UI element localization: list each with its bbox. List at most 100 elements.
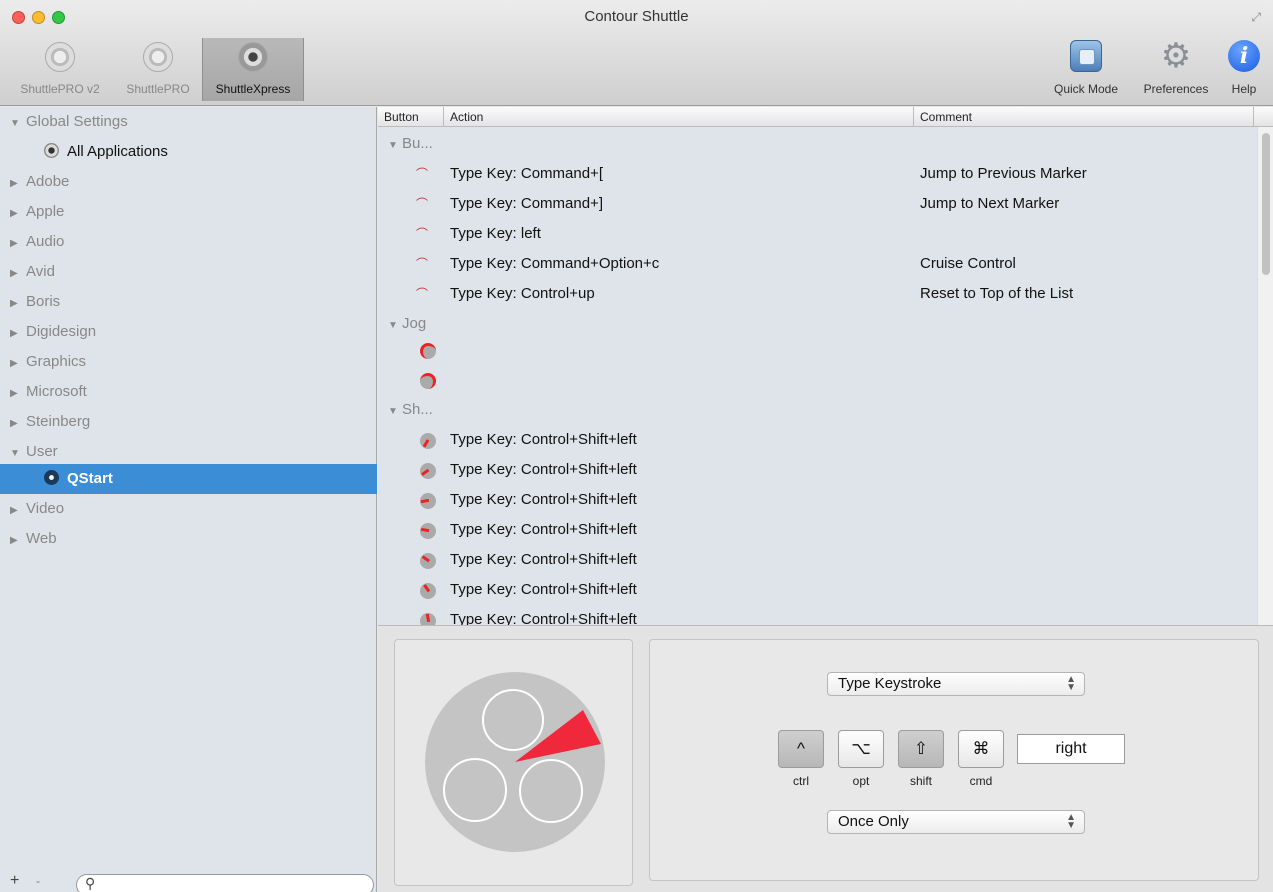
sidebar-item-digidesign[interactable]: ▶ Digidesign (0, 317, 377, 347)
disclosure-closed-icon[interactable]: ▶ (10, 229, 26, 259)
fullscreen-icon[interactable]: ⤢ (1251, 10, 1261, 25)
ctrl-modifier-button[interactable]: ^ (778, 730, 824, 768)
sidebar-item-adobe[interactable]: ▶ Adobe (0, 167, 377, 197)
shuttle-position-icon (420, 583, 436, 599)
sidebar-item-audio[interactable]: ▶ Audio (0, 227, 377, 257)
remove-application-button[interactable]: - (36, 874, 40, 888)
column-header-button[interactable]: Button (378, 107, 444, 127)
sidebar-item-label: Audio (26, 233, 65, 250)
title-toolbar: Contour Shuttle ⤢ ShuttlePRO v2 ShuttleP… (0, 0, 1273, 106)
column-header-comment[interactable]: Comment (914, 107, 1254, 127)
comment-cell: Cruise Control (920, 255, 1016, 272)
action-cell: Type Key: Control+Shift+left (450, 431, 637, 448)
cmd-label: cmd (969, 774, 993, 788)
column-header-action[interactable]: Action (444, 107, 914, 127)
disclosure-closed-icon[interactable]: ▶ (10, 526, 26, 556)
table-row[interactable]: ⌒ Type Key: Control+up Reset to Top of the… (378, 279, 1238, 309)
disclosure-closed-icon[interactable]: ▶ (10, 199, 26, 229)
disclosure-closed-icon[interactable]: ▶ (10, 289, 26, 319)
shuttle-position-icon (420, 613, 436, 625)
device-tab-shuttlexpress[interactable]: ShuttleXpress (202, 38, 304, 101)
table-row[interactable]: Type Key: Control+Shift+left (378, 545, 1238, 575)
table-row[interactable]: Type Key: Control+Shift+left (378, 425, 1238, 455)
sidebar-item-user[interactable]: ▼ User (0, 437, 377, 467)
sidebar-item-graphics[interactable]: ▶ Graphics (0, 347, 377, 377)
button-icon: ⌒ (416, 257, 429, 271)
sidebar-item-label: Steinberg (26, 413, 91, 430)
action-cell: Type Key: Control+Shift+left (450, 611, 637, 625)
sidebar-item-label: User (26, 443, 58, 460)
table-row[interactable]: ⌒ Type Key: Command+[Jump to Previous Mar… (378, 159, 1238, 189)
sidebar-item-all-applications[interactable]: All Applications (0, 137, 377, 167)
add-application-button[interactable]: + (10, 872, 19, 890)
preferences-button[interactable]: ⚙ Preferences (1134, 39, 1218, 96)
table-row[interactable]: ⌒ Type Key: left (378, 219, 1238, 249)
group-row-buttons[interactable]: ▼ Bu... (378, 129, 1238, 159)
sidebar-item-steinberg[interactable]: ▶ Steinberg (0, 407, 377, 437)
sidebar-item-label: Graphics (26, 353, 87, 370)
repeat-mode-popup[interactable]: Once Only ▲ ▼ (827, 810, 1085, 834)
disclosure-closed-icon[interactable]: ▶ (10, 496, 26, 526)
sidebar-item-microsoft[interactable]: ▶ Microsoft (0, 377, 377, 407)
disclosure-closed-icon[interactable]: ▶ (10, 259, 26, 289)
action-type-value: Type Keystroke (838, 675, 942, 692)
sidebar-item-label: Global Settings (26, 113, 128, 130)
table-header: Button Action Comment (378, 107, 1273, 127)
disclosure-closed-icon[interactable]: ▶ (10, 379, 26, 409)
quick-mode-icon (1070, 40, 1102, 72)
sidebar-item-video[interactable]: ▶ Video (0, 494, 377, 524)
cmd-modifier-button[interactable]: ⌘ (958, 730, 1004, 768)
shuttle-position-icon (420, 523, 436, 539)
table-row[interactable]: ⌒ Type Key: Command+] Jump to Next Marker (378, 189, 1238, 219)
action-type-popup[interactable]: Type Keystroke ▲ ▼ (827, 672, 1085, 696)
device-tab-shuttlepro-v2[interactable]: ShuttlePRO v2 (4, 38, 116, 101)
group-row-shuttle[interactable]: ▼ Sh... (378, 395, 1238, 425)
preferences-label: Preferences (1143, 82, 1209, 96)
sidebar-item-label: Apple (26, 203, 65, 220)
sidebar-footer: + - ⚲ (0, 868, 377, 892)
sidebar-item-qstart[interactable]: QStart (0, 464, 377, 494)
button-icon: ⌒ (416, 167, 429, 181)
table-row[interactable]: ⌒ Type Key: Command+Option+c Cruise Contro… (378, 249, 1238, 279)
sidebar-item-avid[interactable]: ▶ Avid (0, 257, 377, 287)
search-field[interactable]: ⚲ (76, 874, 374, 892)
disclosure-closed-icon[interactable]: ▶ (10, 349, 26, 379)
table-row[interactable]: Type Key: Control+Shift+left (378, 485, 1238, 515)
sidebar-item-apple[interactable]: ▶ Apple (0, 197, 377, 227)
shuttle-position-icon (420, 493, 436, 509)
disclosure-closed-icon[interactable]: ▶ (10, 169, 26, 199)
disclosure-open-icon[interactable]: ▼ (388, 131, 402, 161)
group-label: Bu... (402, 135, 433, 152)
key-input[interactable]: right (1017, 734, 1125, 764)
sidebar-item-global-settings[interactable]: ▼ Global Settings (0, 107, 377, 137)
table-scrollbar[interactable] (1257, 127, 1273, 625)
table-row[interactable] (378, 365, 1238, 395)
sidebar-item-boris[interactable]: ▶ Boris (0, 287, 377, 317)
disclosure-open-icon[interactable]: ▼ (10, 109, 26, 139)
action-cell: Type Key: Control+Shift+left (450, 551, 637, 568)
device-tab-shuttlepro[interactable]: ShuttlePRO (116, 38, 200, 101)
table-row[interactable] (378, 335, 1238, 365)
scrollbar-thumb[interactable] (1262, 133, 1270, 275)
help-button[interactable]: i Help (1222, 40, 1266, 96)
jog-right-icon (420, 373, 436, 389)
table-row[interactable]: Type Key: Control+Shift+left (378, 515, 1238, 545)
button-icon: ⌒ (416, 227, 429, 241)
quick-mode-button[interactable]: Quick Mode (1040, 40, 1132, 96)
disclosure-open-icon[interactable]: ▼ (388, 397, 402, 427)
sidebar-item-web[interactable]: ▶ Web (0, 524, 377, 554)
device-tab-label: ShuttlePRO v2 (20, 82, 100, 96)
table-row[interactable]: Type Key: Control+Shift+left (378, 575, 1238, 605)
disclosure-closed-icon[interactable]: ▶ (10, 409, 26, 439)
shuttle-app-icon (44, 143, 59, 158)
opt-modifier-button[interactable]: ⌥ (838, 730, 884, 768)
table-row[interactable]: Type Key: Control+Shift+left (378, 605, 1238, 625)
shift-modifier-button[interactable]: ⇧ (898, 730, 944, 768)
device-tab-label: ShuttleXpress (215, 82, 291, 96)
comment-cell: Reset to Top of the List (920, 285, 1074, 302)
disclosure-closed-icon[interactable]: ▶ (10, 319, 26, 349)
info-icon: i (1228, 40, 1260, 72)
action-cell: Type Key: left (450, 225, 541, 242)
app-window: Contour Shuttle ⤢ ShuttlePRO v2 ShuttleP… (0, 0, 1273, 892)
table-row[interactable]: Type Key: Control+Shift+left (378, 455, 1238, 485)
